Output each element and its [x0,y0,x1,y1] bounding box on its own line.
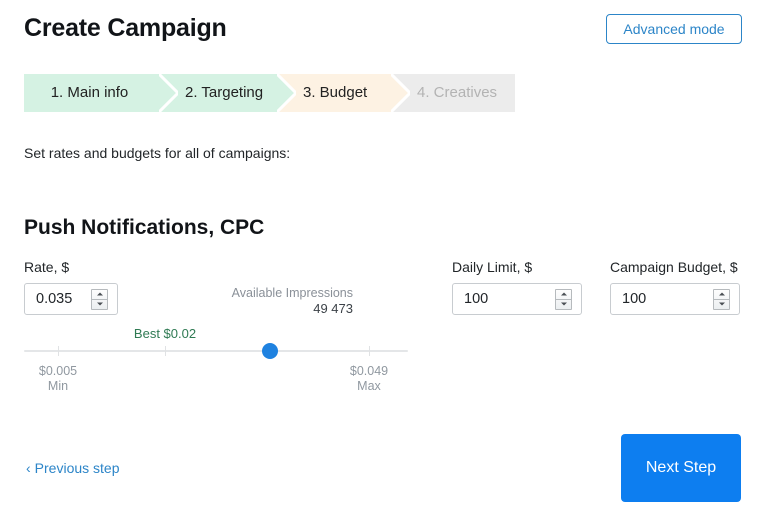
step-item-main-info[interactable]: 1. Main info [24,74,178,112]
section-title: Push Notifications, CPC [24,216,265,239]
daily-limit-input-wrapper[interactable] [452,283,582,315]
slider-max-caption: Max [357,379,381,393]
step-label: 1. Main info [50,84,129,101]
slider-min-label: $0.005 Min [39,364,77,394]
step-label: 3. Budget [303,84,368,101]
next-step-button[interactable]: Next Step [621,434,741,502]
stepper-down-icon[interactable] [714,298,729,309]
slider-max-label: $0.049 Max [350,364,388,394]
slider-best-label: Best $0.02 [133,326,197,341]
available-impressions: Available Impressions 49 473 [232,286,353,316]
stepper-up-icon[interactable] [556,290,571,299]
stepper-up-icon[interactable] [92,290,107,299]
chevron-left-icon: ‹ [26,460,31,476]
advanced-mode-button[interactable]: Advanced mode [606,14,742,44]
slider-min-value: $0.005 [38,364,78,378]
slider-thumb[interactable] [262,343,278,359]
campaign-budget-input[interactable] [611,290,713,308]
rate-stepper[interactable] [91,288,108,310]
stepper-up-icon[interactable] [714,290,729,299]
daily-limit-label: Daily Limit, $ [452,259,533,275]
slider-min-caption: Min [47,379,69,393]
step-item-budget[interactable]: 3. Budget [277,74,410,112]
rate-input-wrapper[interactable] [24,283,118,315]
rate-label: Rate, $ [24,259,70,275]
stepper-down-icon[interactable] [92,298,107,309]
campaign-budget-stepper[interactable] [713,288,730,310]
step-item-targeting[interactable]: 2. Targeting [159,74,296,112]
slider-max-value: $0.049 [349,364,389,378]
stepper-down-icon[interactable] [556,298,571,309]
campaign-budget-input-wrapper[interactable] [610,283,740,315]
rate-slider[interactable]: Best $0.02 $0.005 Min $0.049 Max [24,326,408,396]
step-item-creatives[interactable]: 4. Creatives [391,74,515,112]
slider-tick [369,346,370,356]
available-impressions-label: Available Impressions [231,286,353,300]
step-progress-bar: 1. Main info 2. Targeting 3. Budget 4. C… [24,74,515,112]
slider-tick [58,346,59,356]
slider-track[interactable] [24,343,408,359]
available-impressions-value: 49 473 [313,301,353,316]
rate-input[interactable] [25,290,91,308]
slider-tick [165,346,166,356]
daily-limit-stepper[interactable] [555,288,572,310]
step-label: 4. Creatives [417,84,498,101]
page-title: Create Campaign [24,14,227,42]
step-label: 2. Targeting [185,84,264,101]
intro-text: Set rates and budgets for all of campaig… [24,145,291,161]
daily-limit-input[interactable] [453,290,555,308]
campaign-budget-label: Campaign Budget, $ [610,259,738,275]
previous-step-label: Previous step [34,460,120,476]
previous-step-link[interactable]: ‹ Previous step [26,460,120,476]
